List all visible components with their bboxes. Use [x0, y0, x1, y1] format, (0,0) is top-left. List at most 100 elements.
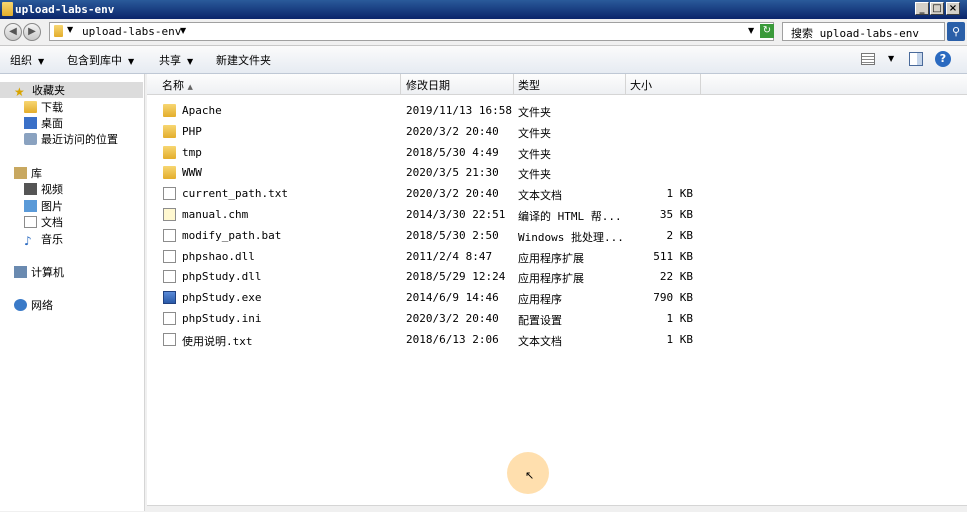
address-field[interactable]: ▼ upload-labs-env ▼ ▼	[49, 22, 774, 41]
column-header-size[interactable]: 大小	[630, 77, 652, 93]
nav-desktop[interactable]: 桌面	[24, 115, 63, 131]
column-header-modified[interactable]: 修改日期	[406, 77, 450, 93]
column-header-type[interactable]: 类型	[518, 77, 540, 93]
file-row[interactable]: tmp 2018/5/30 4:49 文件夹	[147, 143, 967, 163]
command-bar: 组织 ▼ 包含到库中 ▼ 共享 ▼ 新建文件夹 ▼ ?	[0, 46, 967, 74]
nav-downloads[interactable]: 下载	[24, 99, 63, 115]
text-file-icon	[163, 187, 176, 201]
file-type: 应用程序扩展	[518, 272, 584, 286]
ini-file-icon	[163, 312, 176, 325]
column-divider[interactable]	[625, 74, 626, 94]
file-modified-date: 2014/3/30 22:51	[406, 208, 506, 221]
file-row[interactable]: WWW 2020/3/5 21:30 文件夹	[147, 163, 967, 183]
file-modified-date: 2014/6/9 14:46	[406, 291, 499, 305]
file-modified-date: 2020/3/2 20:40	[406, 124, 499, 138]
file-size: 2 KB	[666, 228, 694, 242]
mouse-cursor-icon: ↖	[525, 469, 535, 482]
network-icon	[14, 299, 27, 311]
window-title: upload-labs-env	[15, 3, 115, 16]
new-folder-button[interactable]: 新建文件夹	[216, 52, 271, 68]
navigation-pane: ★ 收藏夹 下载 桌面 最近访问的位置 库 视频 图片 文档 ♪ 音乐 计算机 网络	[0, 74, 145, 511]
title-bar[interactable]: upload-labs-env _ □ ×	[0, 0, 967, 19]
pictures-icon	[24, 200, 37, 212]
folder-icon	[163, 124, 176, 138]
documents-icon	[24, 216, 37, 228]
folder-icon	[163, 166, 176, 180]
include-in-library-button[interactable]: 包含到库中 ▼	[67, 52, 134, 68]
file-type: Windows 批处理...	[518, 230, 624, 244]
column-divider[interactable]	[513, 74, 514, 94]
video-icon	[24, 183, 37, 195]
file-name: tmp	[182, 145, 202, 159]
chevron-down-icon: ▼	[128, 57, 135, 66]
file-name: 使用说明.txt	[182, 334, 253, 348]
file-row[interactable]: phpStudy.exe 2014/6/9 14:46 应用程序 790 KB	[147, 288, 967, 308]
file-type: 文件夹	[518, 106, 551, 119]
organize-button[interactable]: 组织 ▼	[10, 52, 44, 68]
nav-favorites[interactable]: ★ 收藏夹	[0, 82, 143, 99]
view-dropdown-icon[interactable]: ▼	[888, 54, 894, 63]
file-type: 文件夹	[518, 147, 551, 161]
close-button[interactable]: ×	[946, 2, 960, 15]
nav-network[interactable]: 网络	[14, 297, 53, 313]
file-row[interactable]: phpStudy.ini 2020/3/2 20:40 配置设置 1 KB	[147, 309, 967, 329]
nav-documents[interactable]: 文档	[24, 214, 63, 230]
chevron-down-icon: ▼	[187, 57, 194, 66]
share-button[interactable]: 共享 ▼	[159, 52, 193, 68]
file-name: modify_path.bat	[182, 228, 282, 242]
forward-button[interactable]: ▶	[23, 23, 41, 41]
nav-recent-places[interactable]: 最近访问的位置	[24, 131, 118, 147]
dll-file-icon	[163, 249, 176, 263]
column-header-name[interactable]: 名称 ▲	[162, 77, 193, 93]
file-size: 790 KB	[653, 291, 693, 305]
file-name: phpshao.dll	[182, 249, 255, 263]
file-row[interactable]: current_path.txt 2020/3/2 20:40 文本文档 1 KB	[147, 184, 967, 204]
downloads-icon	[24, 101, 37, 113]
file-type: 应用程序	[518, 293, 562, 307]
file-row[interactable]: modify_path.bat 2018/5/30 2:50 Windows 批处理…	[147, 226, 967, 246]
search-icon[interactable]: ⚲	[947, 22, 965, 41]
file-size: 511 KB	[653, 249, 693, 263]
star-icon: ★	[14, 85, 25, 99]
file-row[interactable]: phpshao.dll 2011/2/4 8:47 应用程序扩展 511 KB	[147, 247, 967, 267]
view-options-icon[interactable]	[861, 53, 875, 65]
nav-videos[interactable]: 视频	[24, 181, 63, 197]
nav-pictures[interactable]: 图片	[24, 198, 63, 214]
search-placeholder: 搜索 upload-labs-env	[791, 27, 919, 40]
folder-icon	[2, 2, 13, 16]
chevron-down-icon[interactable]: ▼	[180, 26, 186, 35]
back-button[interactable]: ◀	[4, 23, 22, 41]
maximize-button[interactable]: □	[930, 2, 944, 15]
history-dropdown-icon[interactable]: ▼	[748, 26, 754, 35]
breadcrumb[interactable]: upload-labs-env	[82, 25, 181, 38]
file-modified-date: 2018/5/30 4:49	[406, 145, 499, 159]
nav-computer[interactable]: 计算机	[14, 264, 64, 280]
help-icon[interactable]: ?	[935, 51, 951, 67]
refresh-icon[interactable]: ↻	[760, 24, 774, 38]
file-name: Apache	[182, 104, 222, 117]
file-type: 编译的 HTML 帮...	[518, 210, 622, 223]
column-divider[interactable]	[400, 74, 401, 94]
file-modified-date: 2020/3/5 21:30	[406, 166, 499, 180]
preview-pane-icon[interactable]	[909, 52, 923, 66]
file-type: 文件夹	[518, 126, 551, 140]
desktop-icon	[24, 117, 37, 129]
nav-libraries[interactable]: 库	[14, 165, 42, 181]
breadcrumb-dropdown-icon[interactable]: ▼	[67, 25, 73, 34]
file-modified-date: 2019/11/13 16:58	[406, 104, 512, 117]
column-header-row: 名称 ▲ 修改日期 类型 大小	[147, 74, 967, 95]
file-modified-date: 2018/6/13 2:06	[406, 332, 499, 346]
file-row[interactable]: Apache 2019/11/13 16:58 文件夹	[147, 101, 967, 121]
file-name: manual.chm	[182, 208, 249, 221]
nav-music[interactable]: ♪ 音乐	[24, 231, 63, 248]
file-row[interactable]: manual.chm 2014/3/30 22:51 编译的 HTML 帮... 35…	[147, 205, 967, 225]
file-row[interactable]: PHP 2020/3/2 20:40 文件夹	[147, 122, 967, 142]
file-name: phpStudy.ini	[182, 312, 262, 325]
dll-file-icon	[163, 270, 176, 284]
column-divider[interactable]	[700, 74, 701, 94]
file-row[interactable]: phpStudy.dll 2018/5/29 12:24 应用程序扩展 22 KB	[147, 267, 967, 287]
minimize-button[interactable]: _	[915, 2, 929, 15]
file-size: 1 KB	[666, 312, 694, 325]
file-row[interactable]: 使用说明.txt 2018/6/13 2:06 文本文档 1 KB	[147, 330, 967, 350]
search-input[interactable]: 搜索 upload-labs-env	[782, 22, 945, 41]
